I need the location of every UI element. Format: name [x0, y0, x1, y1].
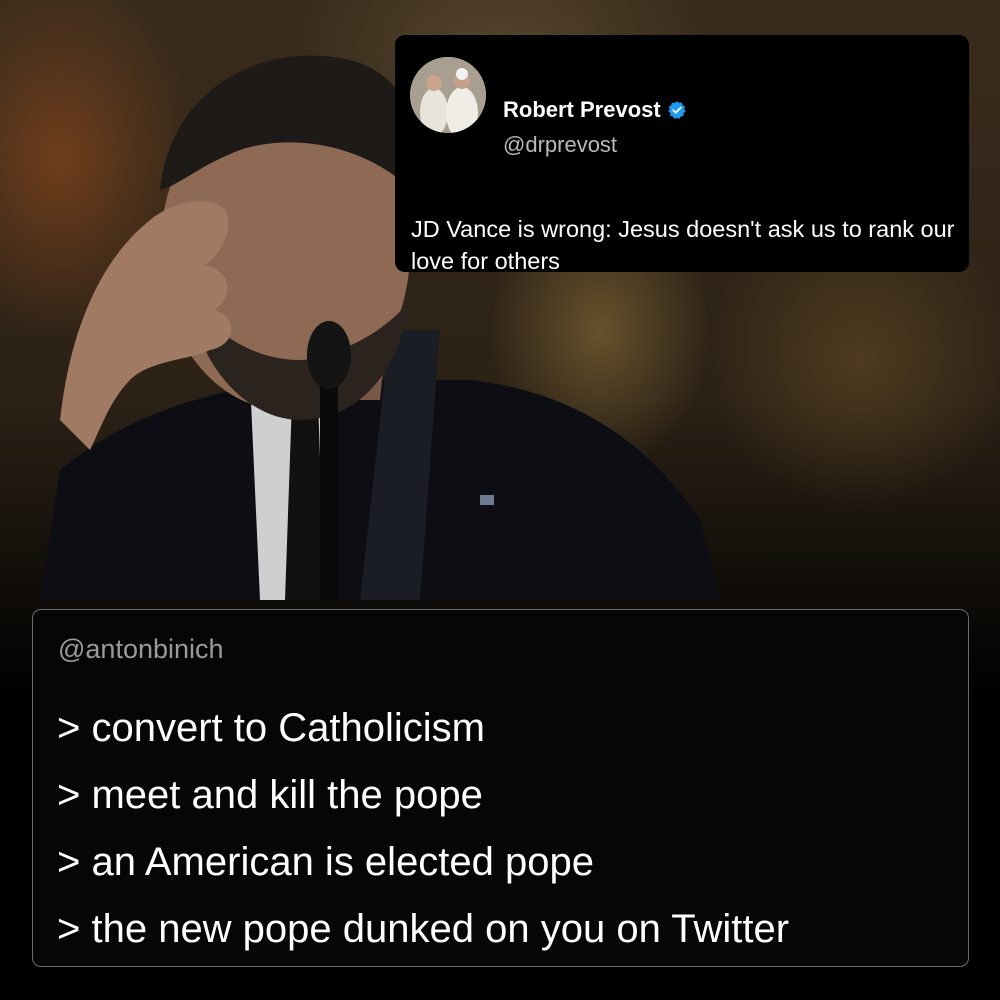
greentext-line: > convert to Catholicism [57, 706, 485, 750]
greentext-card: @antonbinich > convert to Catholicism > … [32, 609, 969, 967]
tweet-card: Robert Prevost @drprevost JD Vance is wr… [395, 35, 969, 274]
author-name[interactable]: Robert Prevost [503, 97, 661, 123]
greentext-line: > an American is elected pope [57, 840, 595, 884]
greentext-line: > the new pope dunked on you on Twitter [57, 907, 790, 951]
verified-badge-icon [667, 100, 687, 120]
author-handle[interactable]: @drprevost [503, 132, 617, 158]
greentext-line: > meet and kill the pope [57, 773, 483, 817]
greentext-lines: > convert to Catholicism > meet and kill… [57, 695, 789, 963]
tweet-author: Robert Prevost [503, 97, 687, 123]
tweet-text: JD Vance is wrong: Jesus doesn't ask us … [411, 216, 955, 274]
greentext-handle[interactable]: @antonbinich [58, 634, 224, 665]
avatar[interactable] [410, 57, 486, 133]
